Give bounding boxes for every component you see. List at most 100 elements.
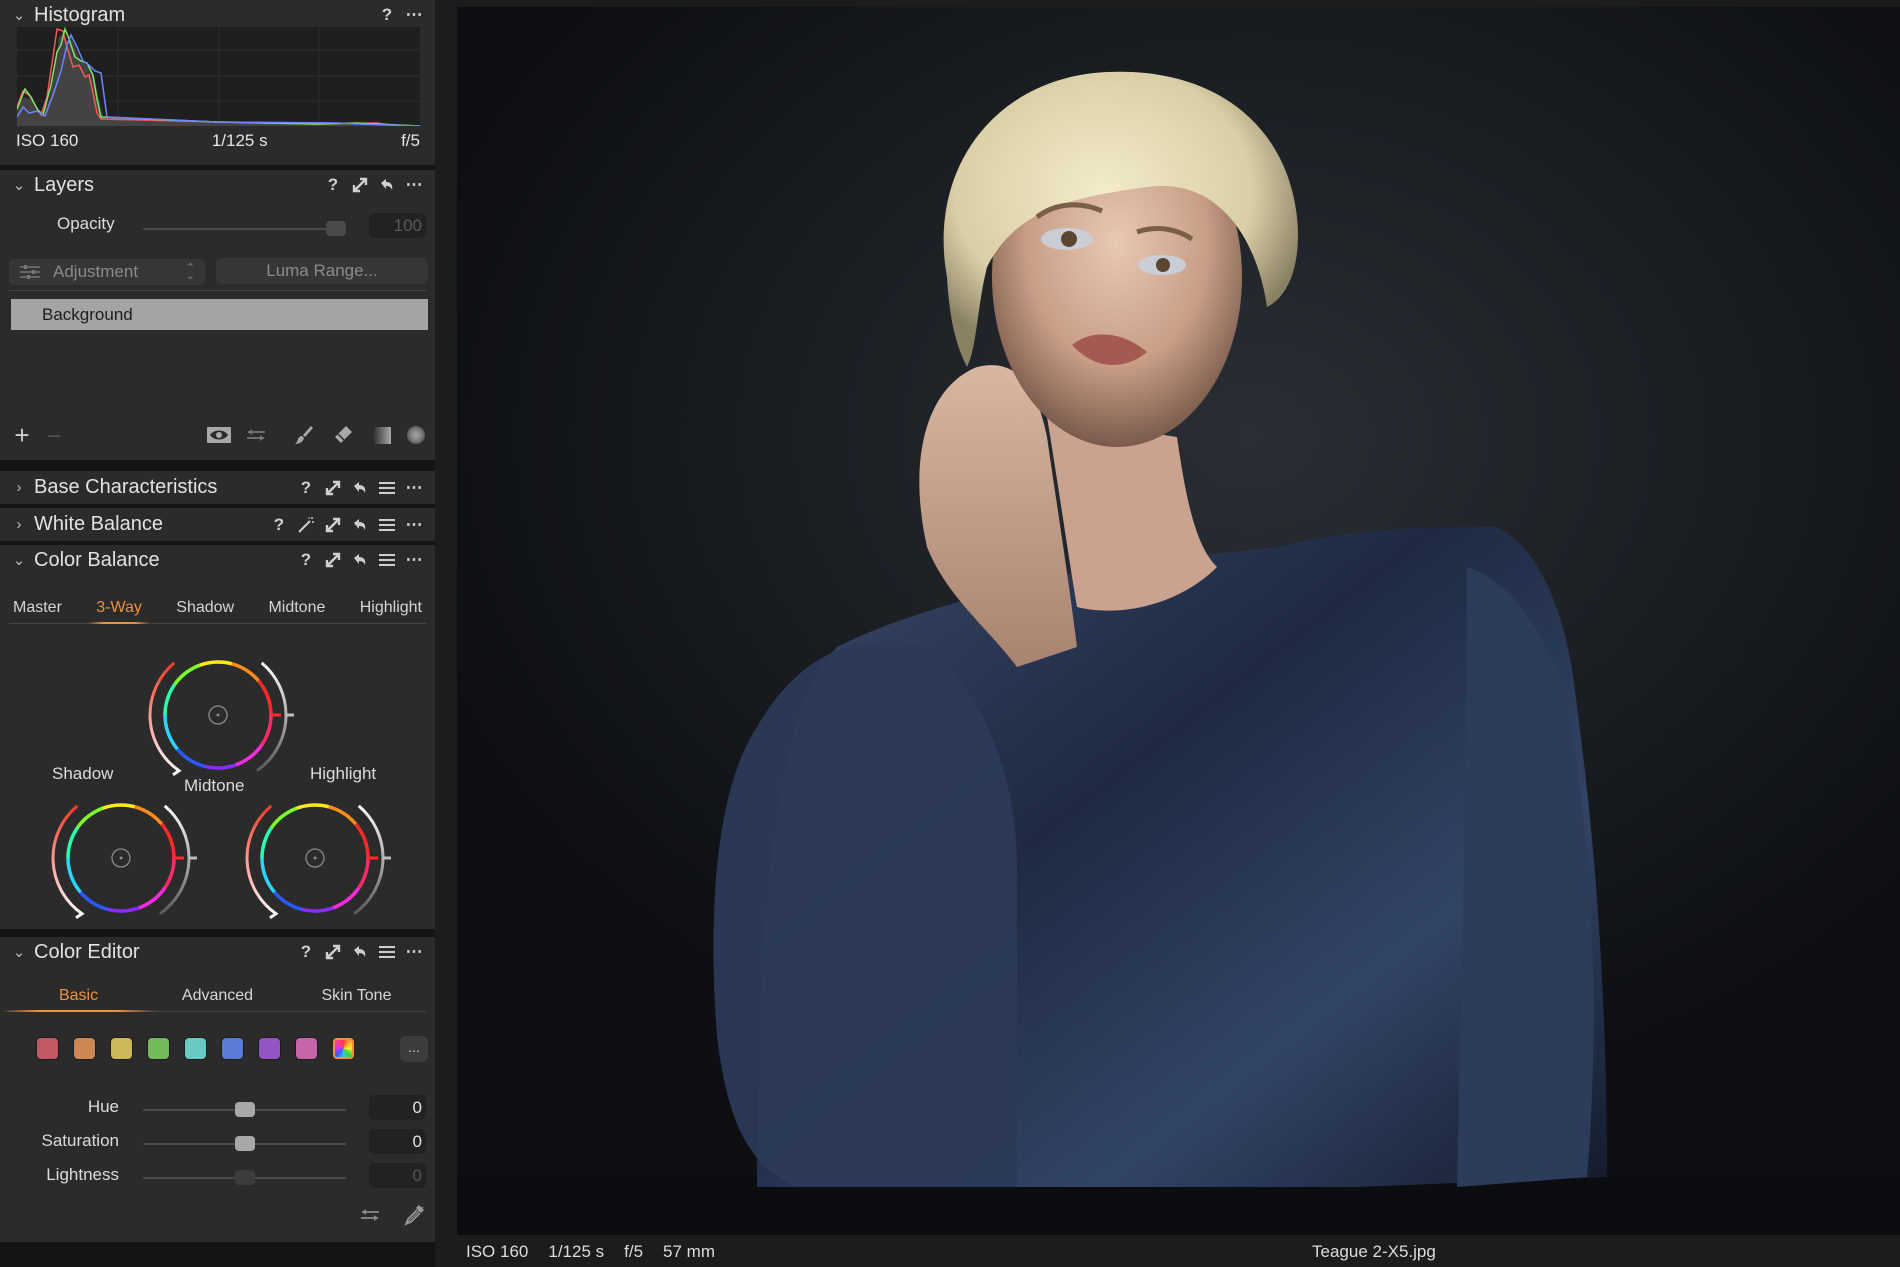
saturation-value-field[interactable]: 0 bbox=[369, 1129, 426, 1154]
expand-icon[interactable] bbox=[324, 551, 342, 569]
right-iris bbox=[1156, 258, 1170, 272]
presets-icon[interactable] bbox=[378, 551, 396, 569]
view-mask-icon[interactable] bbox=[206, 420, 232, 450]
swatch-all-colors[interactable] bbox=[333, 1038, 354, 1059]
more-icon[interactable]: ⋯ bbox=[405, 5, 423, 24]
luma-range-button[interactable]: Luma Range... bbox=[216, 258, 428, 284]
chevron-down-icon[interactable]: ⌄ bbox=[10, 6, 28, 24]
more-icon[interactable]: ⋯ bbox=[405, 550, 423, 569]
tab-basic[interactable]: Basic bbox=[1, 987, 156, 1012]
color-swatch[interactable] bbox=[259, 1038, 280, 1059]
hue-slider-knob[interactable] bbox=[234, 1102, 255, 1117]
help-icon[interactable]: ? bbox=[378, 5, 396, 24]
expand-icon[interactable] bbox=[324, 479, 342, 497]
chevron-down-icon[interactable]: ⌄ bbox=[10, 943, 28, 961]
white-balance-header[interactable]: › White Balance ? ⋯ bbox=[0, 508, 435, 541]
remove-layer-icon[interactable]: – bbox=[44, 420, 64, 450]
reset-icon[interactable] bbox=[351, 551, 369, 569]
status-aperture: f/5 bbox=[624, 1242, 644, 1261]
tab-midtone[interactable]: Midtone bbox=[268, 599, 325, 623]
layer-item[interactable]: Background bbox=[11, 299, 428, 330]
histogram-header[interactable]: ⌄ Histogram ? ⋯ bbox=[0, 0, 435, 30]
saturation-slider-knob[interactable] bbox=[234, 1136, 255, 1151]
chevron-down-icon[interactable]: ⌄ bbox=[10, 176, 28, 194]
color-editor-header[interactable]: ⌄ Color Editor ? ⋯ bbox=[0, 937, 435, 967]
hue-value-field[interactable]: 0 bbox=[369, 1095, 426, 1120]
hist-shutter: 1/125 s bbox=[211, 131, 268, 150]
photo-preview[interactable] bbox=[457, 7, 1900, 1235]
chevron-right-icon[interactable]: › bbox=[10, 479, 28, 496]
expand-icon[interactable] bbox=[324, 516, 342, 534]
left-sleeve bbox=[713, 640, 1017, 1187]
eraser-icon[interactable] bbox=[332, 420, 354, 450]
tab-highlight[interactable]: Highlight bbox=[360, 599, 422, 623]
tab-3-way[interactable]: 3-Way bbox=[88, 599, 150, 624]
reset-icon[interactable] bbox=[351, 943, 369, 961]
midtone-color-wheel[interactable] bbox=[133, 650, 303, 780]
opacity-value-field[interactable]: 100 bbox=[369, 213, 426, 238]
color-swatch[interactable] bbox=[111, 1038, 132, 1059]
tab-advanced[interactable]: Advanced bbox=[148, 987, 287, 1011]
highlight-color-wheel[interactable] bbox=[230, 793, 400, 923]
swap-icon[interactable] bbox=[358, 1202, 382, 1228]
more-icon[interactable]: ⋯ bbox=[405, 515, 423, 534]
color-swatch[interactable] bbox=[296, 1038, 317, 1059]
help-icon[interactable]: ? bbox=[324, 175, 342, 194]
picker-icon[interactable] bbox=[297, 516, 315, 534]
more-colors-button[interactable]: ... bbox=[400, 1036, 428, 1062]
brush-icon[interactable] bbox=[293, 420, 315, 450]
reset-icon[interactable] bbox=[378, 176, 396, 194]
layers-toolbar: + – bbox=[0, 420, 435, 450]
color-picker-icon[interactable] bbox=[401, 1202, 427, 1228]
lightness-slider-knob[interactable] bbox=[234, 1170, 255, 1185]
wheel-center-dot bbox=[216, 713, 220, 717]
hist-iso: ISO 160 bbox=[16, 131, 79, 150]
color-swatch[interactable] bbox=[222, 1038, 243, 1059]
wheel-center-dot bbox=[119, 856, 123, 860]
swap-icon[interactable] bbox=[244, 420, 268, 450]
tab-master[interactable]: Master bbox=[13, 599, 62, 623]
opacity-slider[interactable] bbox=[143, 228, 346, 230]
more-icon[interactable]: ⋯ bbox=[405, 478, 423, 497]
add-layer-icon[interactable]: + bbox=[10, 420, 34, 450]
shadow-color-wheel[interactable] bbox=[36, 793, 206, 923]
help-icon[interactable]: ? bbox=[297, 550, 315, 569]
base-characteristics-header[interactable]: › Base Characteristics ? ⋯ bbox=[0, 471, 435, 504]
tab-skin-tone[interactable]: Skin Tone bbox=[287, 987, 426, 1011]
chevron-down-icon[interactable]: ⌄ bbox=[10, 551, 28, 569]
tab-shadow[interactable]: Shadow bbox=[176, 599, 234, 623]
help-icon[interactable]: ? bbox=[270, 515, 288, 534]
help-icon[interactable]: ? bbox=[297, 478, 315, 497]
color-editor-tabs: Basic Advanced Skin Tone bbox=[1, 987, 426, 1012]
chevron-right-icon[interactable]: › bbox=[10, 516, 28, 533]
reset-icon[interactable] bbox=[351, 516, 369, 534]
expand-icon[interactable] bbox=[351, 176, 369, 194]
color-balance-panel: ⌄ Color Balance ? ⋯ Master 3-Way Shadow … bbox=[0, 545, 435, 929]
color-swatch[interactable] bbox=[74, 1038, 95, 1059]
color-swatch[interactable] bbox=[37, 1038, 58, 1059]
presets-icon[interactable] bbox=[378, 516, 396, 534]
panel-title: Layers bbox=[34, 173, 95, 196]
linear-gradient-icon[interactable] bbox=[372, 420, 392, 450]
color-swatch[interactable] bbox=[185, 1038, 206, 1059]
lightness-value-field[interactable]: 0 bbox=[369, 1163, 426, 1188]
more-icon[interactable]: ⋯ bbox=[405, 175, 423, 194]
status-filename: Teague 2-X5.jpg bbox=[1312, 1242, 1436, 1261]
radial-gradient-icon[interactable] bbox=[406, 420, 426, 450]
panel-title: Color Balance bbox=[34, 548, 160, 571]
color-editor-panel: ⌄ Color Editor ? ⋯ Basic Advanced Skin T… bbox=[0, 937, 435, 1242]
reset-icon[interactable] bbox=[351, 479, 369, 497]
opacity-slider-knob[interactable] bbox=[326, 221, 346, 236]
more-icon[interactable]: ⋯ bbox=[405, 942, 423, 961]
layers-header[interactable]: ⌄ Layers ? ⋯ bbox=[0, 170, 435, 200]
presets-icon[interactable] bbox=[378, 479, 396, 497]
help-icon[interactable]: ? bbox=[297, 942, 315, 961]
expand-icon[interactable] bbox=[324, 943, 342, 961]
histogram-graph bbox=[17, 27, 420, 126]
color-swatch[interactable] bbox=[148, 1038, 169, 1059]
color-balance-header[interactable]: ⌄ Color Balance ? ⋯ bbox=[0, 545, 435, 575]
portrait-image bbox=[457, 71, 1900, 1235]
layer-type-select[interactable]: Adjustment ⌃ ⌄ bbox=[9, 259, 205, 285]
presets-icon[interactable] bbox=[378, 943, 396, 961]
wheel-center-dot bbox=[313, 856, 317, 860]
